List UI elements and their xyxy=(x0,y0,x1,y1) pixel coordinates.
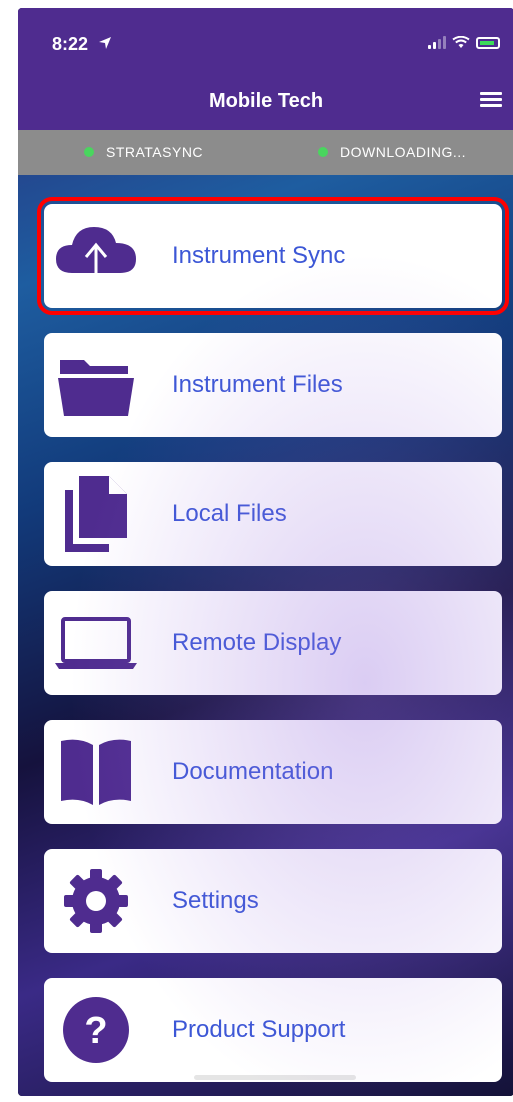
connection-label: STRATASYNC xyxy=(106,144,204,160)
cloud-upload-icon xyxy=(48,204,144,308)
menu-item-label: Local Files xyxy=(172,500,287,527)
menu-item-label: Remote Display xyxy=(172,629,342,656)
main-menu: Instrument Sync Instrument Files Local F… xyxy=(37,197,509,1096)
battery-icon xyxy=(476,37,500,49)
menu-item-label: Instrument Sync xyxy=(172,242,346,269)
files-icon xyxy=(48,462,144,566)
menu-item-label: Instrument Files xyxy=(172,371,343,398)
menu-item-label: Settings xyxy=(172,887,259,914)
connection-label: DOWNLOADING... xyxy=(340,144,467,160)
app-screen: 8:22 Mobile Tech STRATASYNC DOWNLOADING.… xyxy=(18,8,513,1096)
laptop-icon xyxy=(48,591,144,695)
location-arrow-icon xyxy=(99,37,111,49)
home-indicator[interactable] xyxy=(194,1075,356,1080)
menu-item-settings[interactable]: Settings xyxy=(44,849,502,953)
status-dot-icon xyxy=(84,147,94,157)
connection-status-bar: STRATASYNC DOWNLOADING... xyxy=(18,130,513,175)
menu-item-local-files[interactable]: Local Files xyxy=(44,462,502,566)
svg-text:?: ? xyxy=(84,1010,107,1052)
help-icon: ? xyxy=(48,978,144,1082)
menu-item-instrument-files[interactable]: Instrument Files xyxy=(44,333,502,437)
status-dot-icon xyxy=(318,147,328,157)
connection-downloading: DOWNLOADING... xyxy=(318,144,466,160)
page-title: Mobile Tech xyxy=(208,90,324,112)
status-icons xyxy=(428,36,500,49)
menu-item-instrument-sync[interactable]: Instrument Sync xyxy=(37,197,509,315)
status-bar: 8:22 xyxy=(18,8,513,68)
wifi-icon xyxy=(452,36,470,48)
signal-icon xyxy=(428,36,446,49)
book-icon xyxy=(48,720,144,824)
menu-item-documentation[interactable]: Documentation xyxy=(44,720,502,824)
hamburger-menu-button[interactable] xyxy=(480,92,502,108)
phone-frame: 8:22 Mobile Tech STRATASYNC DOWNLOADING.… xyxy=(18,8,513,1096)
status-time: 8:22 xyxy=(52,34,89,54)
gear-icon xyxy=(48,849,144,953)
folder-icon xyxy=(48,333,144,437)
menu-item-label: Product Support xyxy=(172,1016,346,1043)
connection-stratasync: STRATASYNC xyxy=(84,144,203,160)
menu-item-remote-display[interactable]: Remote Display xyxy=(44,591,502,695)
menu-item-product-support[interactable]: ? Product Support xyxy=(44,978,502,1082)
app-header: 8:22 Mobile Tech xyxy=(18,8,513,130)
menu-item-label: Documentation xyxy=(172,758,334,785)
